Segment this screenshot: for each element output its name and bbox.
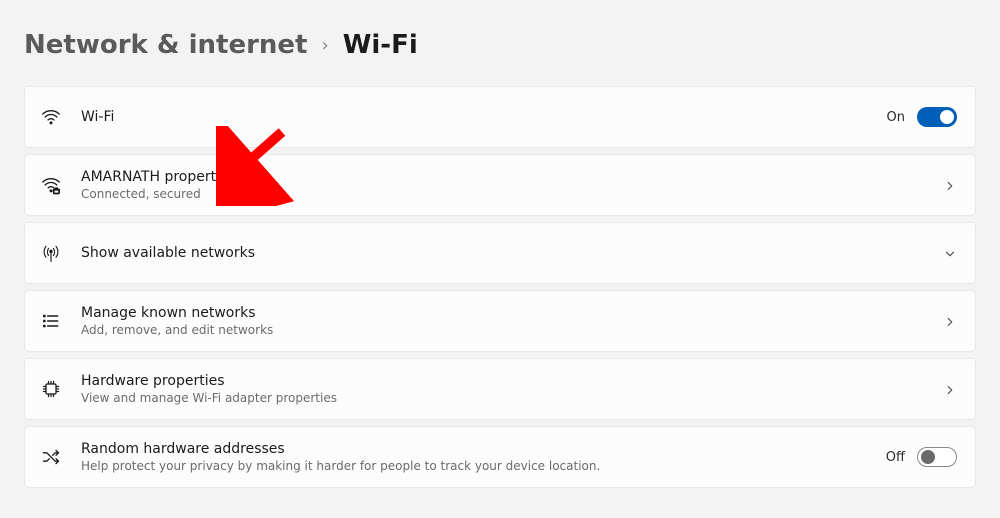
network-title: AMARNATH properties: [81, 169, 925, 185]
wifi-title: Wi-Fi: [81, 109, 869, 125]
available-networks-row[interactable]: Show available networks: [24, 222, 976, 284]
hardware-title: Hardware properties: [81, 373, 925, 389]
breadcrumb-parent[interactable]: Network & internet: [24, 30, 307, 60]
list-icon: [39, 311, 63, 331]
random-mac-title: Random hardware addresses: [81, 441, 868, 457]
hardware-sub: View and manage Wi-Fi adapter properties: [81, 391, 925, 405]
wifi-secured-icon: [39, 175, 63, 195]
network-status: Connected, secured: [81, 187, 925, 201]
chevron-right-icon: [943, 314, 957, 328]
random-mac-sub: Help protect your privacy by making it h…: [81, 459, 868, 473]
known-networks-sub: Add, remove, and edit networks: [81, 323, 925, 337]
chevron-right-icon: [943, 178, 957, 192]
shuffle-icon: [39, 447, 63, 467]
wifi-state-label: On: [887, 110, 905, 125]
chevron-down-icon: [943, 246, 957, 260]
available-networks-title: Show available networks: [81, 245, 925, 261]
known-networks-title: Manage known networks: [81, 305, 925, 321]
antenna-icon: [39, 243, 63, 263]
chip-icon: [39, 379, 63, 399]
random-mac-toggle[interactable]: [917, 447, 957, 467]
hardware-properties-row[interactable]: Hardware properties View and manage Wi-F…: [24, 358, 976, 420]
wifi-icon: [39, 107, 63, 127]
random-mac-row[interactable]: Random hardware addresses Help protect y…: [24, 426, 976, 488]
chevron-right-icon: ›: [321, 35, 328, 56]
chevron-right-icon: [943, 382, 957, 396]
current-network-row[interactable]: AMARNATH properties Connected, secured: [24, 154, 976, 216]
wifi-toggle[interactable]: [917, 107, 957, 127]
breadcrumb-current: Wi-Fi: [343, 30, 418, 60]
random-mac-state: Off: [886, 450, 905, 465]
known-networks-row[interactable]: Manage known networks Add, remove, and e…: [24, 290, 976, 352]
breadcrumb: Network & internet › Wi-Fi: [24, 30, 976, 60]
wifi-master-row[interactable]: Wi-Fi On: [24, 86, 976, 148]
